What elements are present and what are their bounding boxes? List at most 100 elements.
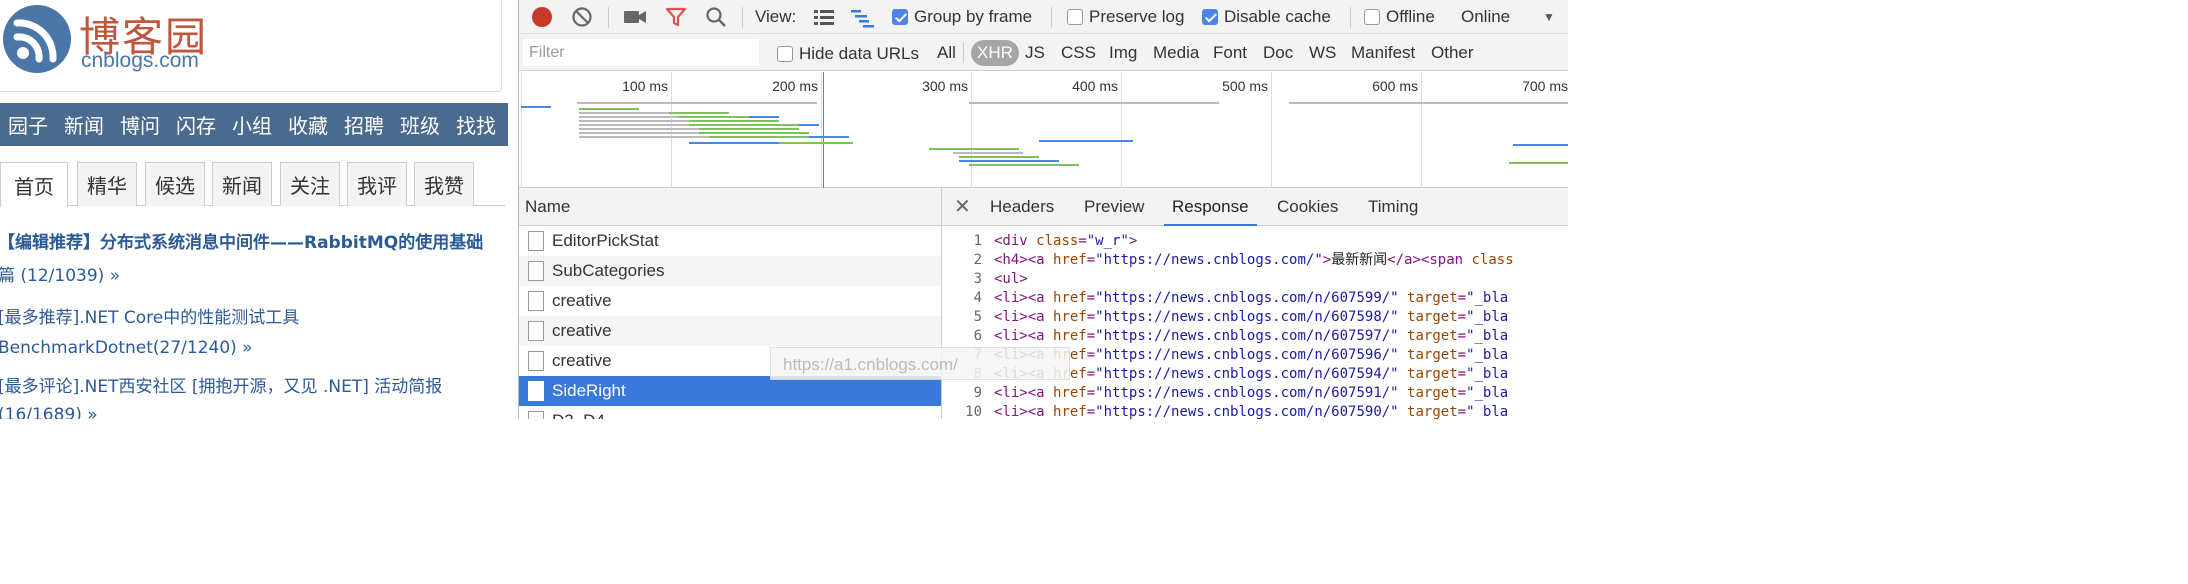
nav-item-search[interactable]: 找找 bbox=[456, 110, 496, 139]
search-button[interactable] bbox=[705, 0, 727, 34]
response-code-line: <li><a href="https://news.cnblogs.com/n/… bbox=[994, 328, 1509, 344]
filter-type-doc[interactable]: Doc bbox=[1263, 40, 1293, 66]
nav-item-groups[interactable]: 小组 bbox=[232, 110, 272, 139]
tab-home[interactable]: 首页 bbox=[0, 162, 68, 207]
group-by-frame-toggle[interactable]: Group by frame bbox=[892, 0, 1032, 34]
request-name: EditorPickStat bbox=[552, 231, 659, 250]
request-row[interactable]: SubCategories bbox=[519, 256, 941, 286]
waterfall-icon bbox=[851, 10, 874, 28]
top-recommended-post-link[interactable]: [最多推荐].NET Core中的性能测试工具 bbox=[0, 303, 299, 328]
tab-response[interactable]: Response bbox=[1164, 188, 1257, 226]
hide-data-urls-checkbox[interactable] bbox=[777, 46, 793, 62]
nav-item-news[interactable]: 新闻 bbox=[64, 110, 104, 139]
tab-essence[interactable]: 精华 bbox=[77, 162, 137, 206]
screenshot-button[interactable] bbox=[623, 0, 647, 34]
video-camera-icon bbox=[624, 11, 646, 23]
response-body[interactable]: 1 <div class="w_r"> 2 <h4><a href="https://… bbox=[942, 227, 1568, 419]
filter-type-img[interactable]: Img bbox=[1109, 40, 1137, 66]
filter-type-all[interactable]: All bbox=[937, 40, 956, 66]
tab-preview[interactable]: Preview bbox=[1084, 188, 1144, 226]
request-row[interactable]: creative bbox=[519, 286, 941, 316]
disable-cache-toggle[interactable]: Disable cache bbox=[1202, 0, 1331, 34]
request-row-selected[interactable]: SideRight bbox=[519, 376, 941, 406]
filter-type-font[interactable]: Font bbox=[1213, 40, 1247, 66]
top-commented-post-stats[interactable]: (16/1689) » bbox=[0, 405, 98, 419]
line-number: 1 bbox=[973, 233, 982, 249]
timeline-cursor-marker bbox=[823, 72, 824, 188]
request-name: SideRight bbox=[552, 381, 626, 400]
timeline-gridline bbox=[671, 72, 672, 188]
logo-box[interactable]: 博客园 cnblogs.com bbox=[0, 0, 502, 92]
response-code-line: <li><a href="https://news.cnblogs.com/n/… bbox=[994, 404, 1509, 419]
tab-timing[interactable]: Timing bbox=[1368, 188, 1418, 226]
offline-toggle[interactable]: Offline bbox=[1364, 0, 1435, 34]
record-button[interactable] bbox=[531, 0, 553, 34]
disable-cache-label: Disable cache bbox=[1224, 7, 1331, 26]
featured-post-stats[interactable]: 篇 (12/1039) » bbox=[0, 261, 120, 286]
offline-checkbox[interactable] bbox=[1364, 9, 1380, 25]
filter-type-other[interactable]: Other bbox=[1431, 40, 1474, 66]
group-by-frame-checkbox[interactable] bbox=[892, 9, 908, 25]
waterfall-overview-button[interactable] bbox=[850, 0, 876, 34]
close-detail-icon[interactable]: ✕ bbox=[954, 188, 971, 226]
throttling-select[interactable]: Online bbox=[1461, 0, 1510, 34]
response-code-line: <ul> bbox=[994, 271, 1028, 287]
timeline-request-bar bbox=[579, 128, 699, 130]
filter-type-ws[interactable]: WS bbox=[1309, 40, 1336, 66]
filter-type-xhr[interactable]: XHR bbox=[971, 40, 1019, 66]
timeline-request-bar bbox=[929, 148, 1019, 150]
request-row[interactable]: creative bbox=[519, 316, 941, 346]
toolbar-separator bbox=[742, 7, 743, 28]
filter-input[interactable] bbox=[523, 39, 759, 66]
network-timeline-overview[interactable]: 100 ms 200 ms 300 ms 400 ms 500 ms 600 m… bbox=[519, 72, 1568, 188]
nav-item-jobs[interactable]: 招聘 bbox=[344, 110, 384, 139]
timeline-tick-300: 300 ms bbox=[922, 78, 968, 94]
timeline-request-bar bbox=[809, 136, 849, 138]
timeline-gridline bbox=[971, 72, 972, 188]
filter-type-css[interactable]: CSS bbox=[1061, 40, 1096, 66]
file-icon bbox=[528, 411, 544, 419]
preserve-log-checkbox[interactable] bbox=[1067, 9, 1083, 25]
top-commented-post-link[interactable]: [最多评论].NET西安社区 [拥抱开源，又见 .NET] 活动简报 bbox=[0, 372, 442, 397]
timeline-request-bar bbox=[953, 152, 1023, 154]
tab-my-comments[interactable]: 我评 bbox=[347, 162, 407, 206]
throttling-dropdown-icon[interactable]: ▼ bbox=[1543, 0, 1555, 34]
offline-label: Offline bbox=[1386, 7, 1435, 26]
tab-news[interactable]: 新闻 bbox=[212, 162, 272, 206]
tab-cookies[interactable]: Cookies bbox=[1277, 188, 1338, 226]
tab-candidates[interactable]: 候选 bbox=[145, 162, 205, 206]
clear-button[interactable] bbox=[571, 0, 593, 34]
filter-type-manifest[interactable]: Manifest bbox=[1351, 40, 1415, 66]
timeline-request-bar bbox=[969, 102, 1219, 104]
hide-data-urls-toggle[interactable]: Hide data URLs bbox=[777, 44, 919, 64]
filter-type-js[interactable]: JS bbox=[1025, 40, 1045, 66]
nav-item-garden[interactable]: 园子 bbox=[8, 110, 48, 139]
timeline-request-bar bbox=[579, 120, 689, 122]
request-name: creative bbox=[552, 351, 612, 370]
nav-item-classes[interactable]: 班级 bbox=[400, 110, 440, 139]
preserve-log-toggle[interactable]: Preserve log bbox=[1067, 0, 1184, 34]
timeline-request-bar bbox=[969, 164, 1079, 166]
tab-following[interactable]: 关注 bbox=[280, 162, 340, 206]
top-recommended-post-stats[interactable]: BenchmarkDotnet(27/1240) » bbox=[0, 338, 253, 358]
nav-item-qa[interactable]: 博问 bbox=[120, 110, 160, 139]
name-column-header[interactable]: Name bbox=[519, 188, 941, 226]
request-row[interactable]: EditorPickStat bbox=[519, 226, 941, 256]
timeline-request-bar bbox=[749, 116, 779, 118]
request-name: creative bbox=[552, 291, 612, 310]
preserve-log-label: Preserve log bbox=[1089, 7, 1185, 26]
filter-type-media[interactable]: Media bbox=[1153, 40, 1199, 66]
request-row[interactable]: D3_D4 bbox=[519, 406, 941, 419]
large-rows-button[interactable] bbox=[813, 0, 835, 34]
search-icon bbox=[706, 7, 726, 27]
tab-headers[interactable]: Headers bbox=[990, 188, 1054, 226]
timeline-tick-200: 200 ms bbox=[772, 78, 818, 94]
nav-item-favorites[interactable]: 收藏 bbox=[288, 110, 328, 139]
timeline-request-bar bbox=[579, 132, 699, 134]
nav-item-flash[interactable]: 闪存 bbox=[176, 110, 216, 139]
featured-post-link[interactable]: 【编辑推荐】分布式系统消息中间件——RabbitMQ的使用基础 bbox=[0, 228, 483, 253]
tab-my-likes[interactable]: 我赞 bbox=[414, 162, 474, 206]
timeline-request-bar bbox=[709, 136, 809, 138]
filter-toggle-button[interactable] bbox=[665, 0, 687, 34]
disable-cache-checkbox[interactable] bbox=[1202, 9, 1218, 25]
